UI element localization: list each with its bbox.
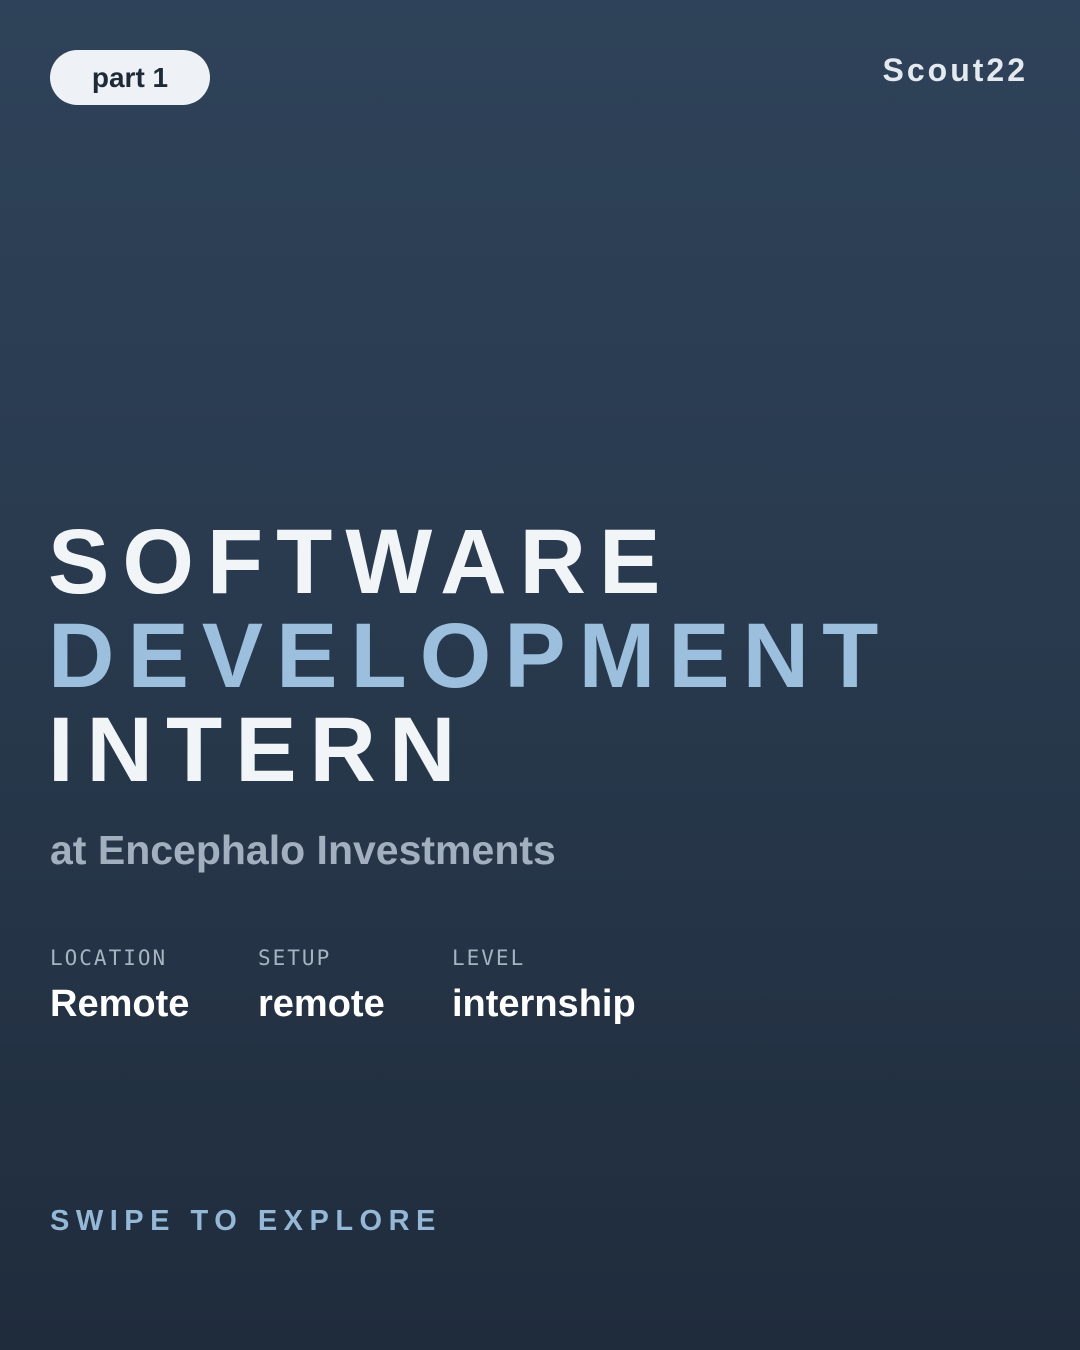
- detail-location-label: LOCATION: [50, 946, 168, 970]
- swipe-cta: SWIPE TO EXPLORE: [50, 1205, 442, 1237]
- job-title: SOFTWARE DEVELOPMENT INTERN: [48, 515, 891, 797]
- detail-location: LOCATION Remote: [50, 944, 189, 1030]
- job-title-line-3: INTERN: [48, 699, 469, 801]
- brand-logo: Scout22: [882, 52, 1028, 88]
- part-badge: part 1: [50, 50, 210, 105]
- detail-setup-value: remote: [258, 983, 385, 1025]
- detail-level: LEVEL internship: [452, 944, 636, 1030]
- company-name: at Encephalo Investments: [50, 827, 556, 873]
- detail-level-label: LEVEL: [452, 946, 526, 970]
- detail-level-value: internship: [452, 983, 636, 1025]
- detail-setup-label: SETUP: [258, 946, 332, 970]
- job-title-line-2: DEVELOPMENT: [48, 605, 892, 707]
- detail-location-value: Remote: [50, 983, 190, 1025]
- detail-setup: SETUP remote: [258, 944, 385, 1030]
- job-title-line-1: SOFTWARE: [48, 511, 674, 613]
